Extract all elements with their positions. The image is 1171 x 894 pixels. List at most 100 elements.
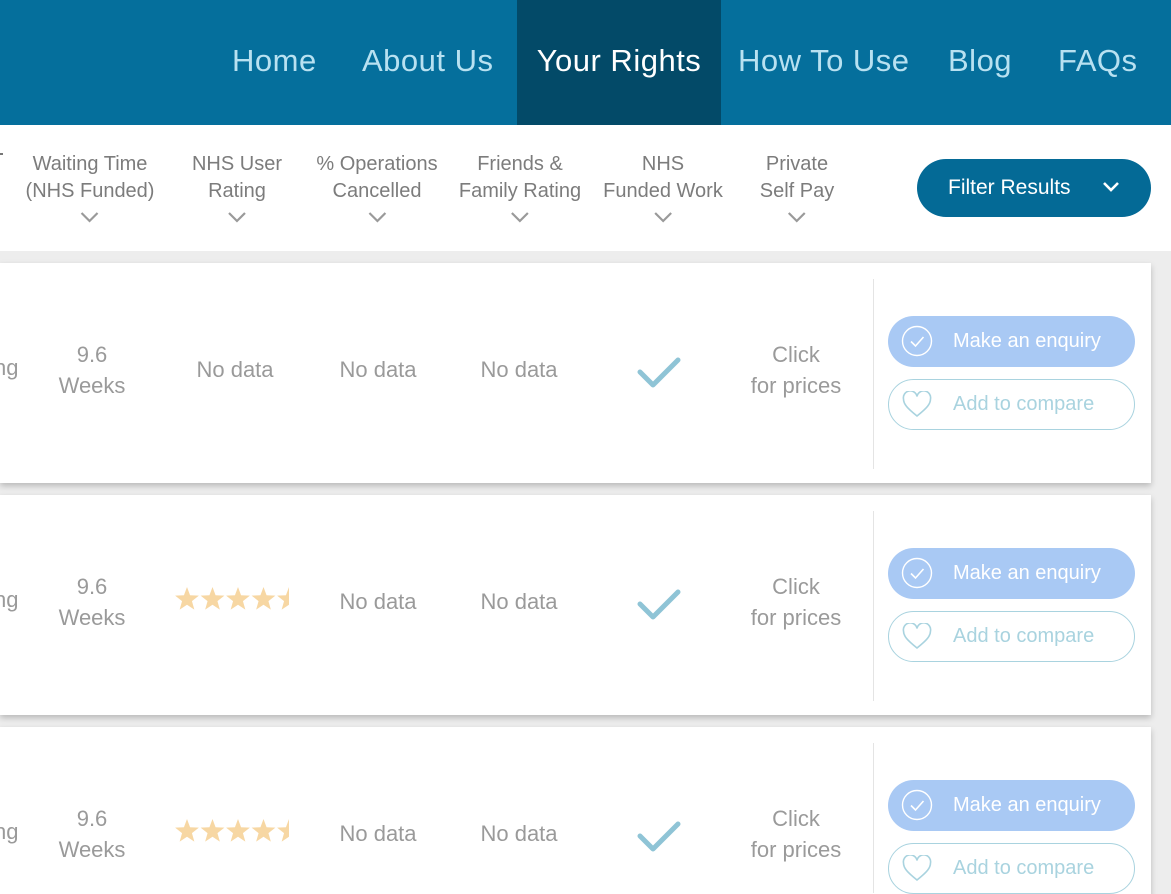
result-card: ng 9.6 Weeks No data No data Click for prices M… bbox=[0, 727, 1151, 894]
chevron-down-icon bbox=[368, 212, 386, 223]
make-enquiry-label: Make an enquiry bbox=[953, 794, 1101, 816]
friends-family-cell: No data bbox=[480, 821, 558, 846]
truncated-cell: ng bbox=[0, 819, 19, 844]
chevron-down-icon bbox=[1103, 182, 1119, 192]
nav-item-your-rights[interactable]: Your Rights bbox=[517, 0, 721, 125]
col-header-friends-family[interactable]: Friends & Family Rating bbox=[459, 151, 581, 223]
card-divider bbox=[873, 511, 874, 701]
col-header-private-self-pay[interactable]: Private Self Pay bbox=[760, 151, 834, 223]
col-header-label: Friends & bbox=[477, 153, 563, 175]
add-to-compare-button[interactable]: Add to compare bbox=[888, 843, 1135, 894]
nav-item-about-us[interactable]: About Us bbox=[362, 0, 494, 125]
heart-icon bbox=[902, 623, 932, 650]
card-divider bbox=[873, 279, 874, 469]
nav-item-faqs[interactable]: FAQs bbox=[1058, 0, 1138, 125]
col-header-label: Rating bbox=[208, 180, 266, 202]
waiting-time-unit: Weeks bbox=[58, 837, 126, 862]
col-header-label: (NHS Funded) bbox=[25, 180, 155, 202]
col-header-label: % Operations bbox=[316, 153, 438, 175]
col-header-label: NHS bbox=[641, 153, 685, 175]
check-icon bbox=[637, 821, 681, 852]
add-to-compare-label: Add to compare bbox=[953, 393, 1095, 415]
col-header-label: Private bbox=[765, 153, 829, 175]
star-mark bbox=[277, 819, 289, 842]
waiting-time-cell: 9.6 Weeks bbox=[59, 339, 126, 401]
heart-icon bbox=[902, 391, 932, 418]
make-enquiry-button[interactable]: Make an enquiry bbox=[888, 316, 1135, 367]
nav-item-blog[interactable]: Blog bbox=[948, 0, 1012, 125]
main-nav: Home About Us Your Rights How To Use Blo… bbox=[0, 0, 1171, 125]
star-mark bbox=[175, 587, 199, 610]
make-enquiry-label: Make an enquiry bbox=[953, 330, 1101, 352]
waiting-time-cell: 9.6 Weeks bbox=[59, 571, 126, 633]
col-header-ops-cancelled[interactable]: % Operations Cancelled bbox=[316, 151, 438, 223]
check-circle-icon bbox=[901, 325, 933, 357]
waiting-time-unit: Weeks bbox=[58, 605, 126, 630]
check-icon bbox=[637, 589, 681, 620]
truncated-cell: ng bbox=[0, 355, 19, 380]
star-mark bbox=[251, 819, 276, 842]
ops-cancelled-cell: No data bbox=[339, 821, 417, 846]
nav-item-home[interactable]: Home bbox=[232, 0, 317, 125]
chevron-down-icon bbox=[228, 212, 246, 223]
make-enquiry-label: Make an enquiry bbox=[953, 562, 1101, 584]
private-price-link[interactable]: Click for prices bbox=[751, 339, 841, 401]
truncated-cell: ng bbox=[0, 587, 19, 612]
private-price-line: Click bbox=[772, 574, 820, 599]
result-card: ng 9.6 Weeks No data No data No data Click for … bbox=[0, 263, 1151, 483]
user-rating-cell: No data bbox=[196, 357, 274, 382]
add-to-compare-button[interactable]: Add to compare bbox=[888, 611, 1135, 662]
star-mark bbox=[251, 587, 276, 610]
col-header-label: Self Pay bbox=[759, 180, 835, 202]
private-price-link[interactable]: Click for prices bbox=[751, 803, 841, 865]
add-to-compare-button[interactable]: Add to compare bbox=[888, 379, 1135, 430]
make-enquiry-button[interactable]: Make an enquiry bbox=[888, 780, 1135, 831]
col-header-nhs-funded[interactable]: NHS Funded Work bbox=[603, 151, 723, 223]
truncated-column-edge bbox=[0, 153, 3, 155]
chevron-down-icon bbox=[654, 212, 672, 223]
card-divider bbox=[873, 743, 874, 893]
waiting-time-value: 9.6 bbox=[76, 342, 108, 367]
private-price-line: Click bbox=[772, 342, 820, 367]
star-mark bbox=[277, 587, 289, 610]
col-header-waiting-time[interactable]: Waiting Time (NHS Funded) bbox=[25, 151, 155, 223]
add-to-compare-label: Add to compare bbox=[953, 625, 1095, 647]
star-mark bbox=[175, 819, 199, 842]
filter-results-label: Filter Results bbox=[948, 176, 1071, 199]
nav-item-how-to-use[interactable]: How To Use bbox=[738, 0, 910, 125]
col-header-nhs-user-rating[interactable]: NHS User Rating bbox=[192, 151, 282, 223]
star-mark bbox=[200, 587, 225, 610]
star-rating-icon bbox=[175, 819, 289, 842]
star-mark bbox=[200, 819, 225, 842]
chevron-down-icon bbox=[788, 212, 806, 223]
private-price-link[interactable]: Click for prices bbox=[751, 571, 841, 633]
col-header-label: NHS User bbox=[191, 153, 283, 175]
star-mark bbox=[226, 819, 250, 842]
ops-cancelled-cell: No data bbox=[339, 589, 417, 614]
check-circle-icon bbox=[901, 789, 933, 821]
chevron-down-icon bbox=[81, 212, 99, 223]
private-price-line: for prices bbox=[750, 605, 842, 630]
heart-icon bbox=[902, 855, 932, 882]
check-circle-icon bbox=[901, 557, 933, 589]
add-to-compare-label: Add to compare bbox=[953, 857, 1095, 879]
col-header-label: Cancelled bbox=[332, 180, 422, 202]
star-mark bbox=[226, 587, 250, 610]
check-icon bbox=[637, 357, 681, 388]
waiting-time-value: 9.6 bbox=[76, 574, 108, 599]
filter-results-button[interactable]: Filter Results bbox=[917, 159, 1151, 217]
friends-family-cell: No data bbox=[480, 357, 558, 382]
friends-family-cell: No data bbox=[480, 589, 558, 614]
ops-cancelled-cell: No data bbox=[339, 357, 417, 382]
chevron-down-icon bbox=[511, 212, 529, 223]
private-price-line: Click bbox=[772, 806, 820, 831]
private-price-line: for prices bbox=[750, 837, 842, 862]
star-rating-icon bbox=[175, 587, 289, 610]
make-enquiry-button[interactable]: Make an enquiry bbox=[888, 548, 1135, 599]
result-card: ng 9.6 Weeks No data No data Click for prices M… bbox=[0, 495, 1151, 715]
waiting-time-value: 9.6 bbox=[76, 806, 108, 831]
col-header-label: Funded Work bbox=[603, 180, 723, 202]
results-column-headers: Waiting Time (NHS Funded) NHS User Ratin… bbox=[0, 125, 1171, 251]
col-header-label: Waiting Time bbox=[32, 153, 148, 175]
waiting-time-cell: 9.6 Weeks bbox=[59, 803, 126, 865]
